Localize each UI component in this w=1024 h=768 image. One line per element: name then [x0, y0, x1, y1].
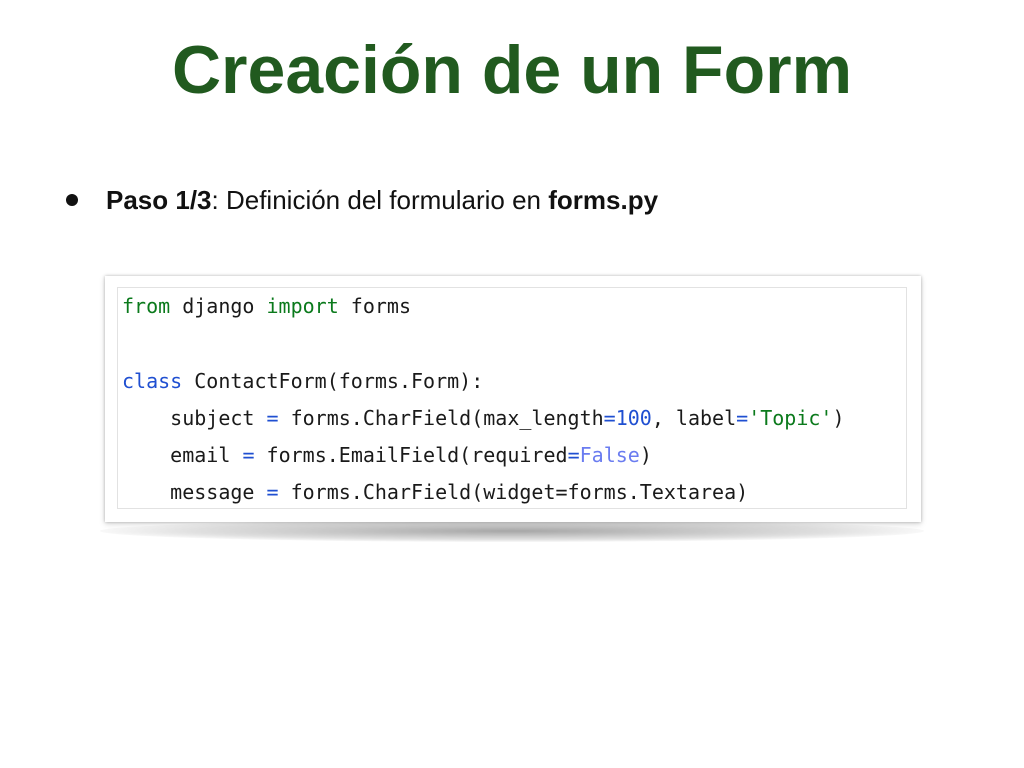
bullet-item: Paso 1/3: Definición del formulario en f…: [64, 180, 658, 220]
kwarg-operator: =: [567, 443, 580, 467]
field-name-message: message: [170, 480, 255, 504]
assign-operator: =: [242, 443, 255, 467]
string-literal: 'Topic': [748, 406, 833, 430]
field-name-subject: subject: [170, 406, 255, 430]
field-call: forms.EmailField(required: [254, 443, 568, 467]
close-paren: ): [832, 406, 845, 430]
keyword-import: import: [266, 294, 339, 318]
step-label: Paso 1/3: [106, 184, 212, 215]
assign-operator: =: [266, 480, 279, 504]
filename: forms.py: [548, 184, 659, 215]
keyword-class: class: [122, 369, 183, 393]
code-frame: from django import forms class ContactFo…: [105, 276, 921, 522]
bullet-text: Definición del formulario en: [218, 184, 549, 215]
boolean-literal: False: [579, 443, 640, 467]
code-frame-shadow: [100, 520, 924, 542]
bullet-dot-icon: [66, 194, 78, 206]
kwarg-operator: =: [736, 406, 749, 430]
assign-operator: =: [266, 406, 279, 430]
class-declaration: ContactForm(forms.Form):: [182, 369, 484, 393]
field-call: forms.CharField(max_length: [278, 406, 604, 430]
code-line-3: class ContactForm(forms.Form):: [122, 366, 483, 396]
code-line-4: subject = forms.CharField(max_length=100…: [122, 403, 845, 433]
step-colon: :: [211, 184, 219, 215]
close-paren: ): [639, 443, 652, 467]
import-name: forms: [338, 294, 411, 318]
number-literal: 100: [615, 406, 652, 430]
slide-title: Creación de un Form: [171, 32, 853, 108]
code-line-1: from django import forms: [122, 291, 411, 321]
module-name: django: [170, 294, 267, 318]
kwarg-operator: =: [603, 406, 616, 430]
slide: Creación de un Form Paso 1/3: Definición…: [0, 0, 1024, 768]
field-name-email: email: [170, 443, 231, 467]
code-line-5: email = forms.EmailField(required=False): [122, 440, 652, 470]
field-call: forms.CharField(widget=forms.Textarea): [278, 480, 749, 504]
keyword-from: from: [122, 294, 171, 318]
code-line-6: message = forms.CharField(widget=forms.T…: [122, 477, 748, 507]
code-block: from django import forms class ContactFo…: [117, 287, 907, 509]
kwarg-label: , label: [651, 406, 737, 430]
